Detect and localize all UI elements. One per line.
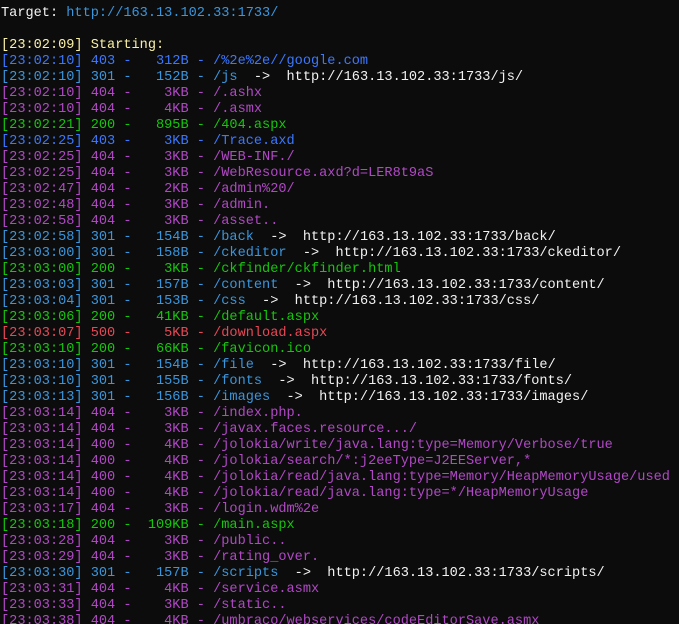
log-entry: [23:03:38] 404 - 4KB - /umbraco/webservi…: [1, 614, 540, 624]
redirect-url: -> http://163.13.102.33:1733/back/: [253, 230, 556, 245]
log-entry: [23:03:10] 301 - 154B - /file: [1, 358, 254, 373]
log-line: [23:03:33] 404 - 3KB - /static..: [1, 598, 287, 614]
log-line: [23:03:07] 500 - 5KB - /download.aspx: [1, 326, 327, 342]
log-entry: [23:03:29] 404 - 3KB - /rating_over.: [1, 550, 320, 565]
log-entry: [23:03:14] 400 - 4KB - /jolokia/search/*…: [1, 454, 532, 469]
log-line: [23:03:18] 200 - 109KB - /main.aspx: [1, 518, 295, 534]
log-entry: [23:03:10] 301 - 155B - /fonts: [1, 374, 263, 389]
log-entry: [23:03:33] 404 - 3KB - /static..: [1, 598, 287, 613]
log-line: [23:03:14] 404 - 3KB - /javax.faces.reso…: [1, 422, 417, 438]
log-line: [23:02:10] 404 - 4KB - /.asmx: [1, 102, 262, 118]
log-entry: [23:02:47] 404 - 2KB - /admin%20/: [1, 182, 295, 197]
log-entry: [23:02:25] 404 - 3KB - /WebResource.axd?…: [1, 166, 434, 181]
log-entry: [23:03:04] 301 - 153B - /css: [1, 294, 246, 309]
start-text: Starting:: [82, 38, 165, 53]
log-entry: [23:02:10] 301 - 152B - /js: [1, 70, 238, 85]
log-entry: [23:03:14] 400 - 4KB - /jolokia/read/jav…: [1, 486, 589, 501]
log-line: [23:03:31] 404 - 4KB - /service.asmx: [1, 582, 319, 598]
log-line: [23:03:00] 301 - 158B - /ckeditor -> htt…: [1, 246, 621, 262]
log-line: [23:03:28] 404 - 3KB - /public..: [1, 534, 287, 550]
log-line: [23:02:58] 404 - 3KB - /asset..: [1, 214, 278, 230]
log-entry: [23:02:10] 404 - 3KB - /.ashx: [1, 86, 263, 101]
log-line: [23:03:10] 301 - 155B - /fonts -> http:/…: [1, 374, 572, 390]
log-entry: [23:02:58] 301 - 154B - /back: [1, 230, 254, 245]
log-line: [23:02:10] 404 - 3KB - /.ashx: [1, 86, 262, 102]
target-label: Target:: [1, 6, 67, 21]
redirect-url: -> http://163.13.102.33:1733/fonts/: [262, 374, 573, 389]
redirect-url: -> http://163.13.102.33:1733/file/: [253, 358, 556, 373]
log-entry: [23:03:14] 404 - 3KB - /javax.faces.reso…: [1, 422, 418, 437]
log-line: [23:03:06] 200 - 41KB - /default.aspx: [1, 310, 319, 326]
log-line: [23:03:14] 400 - 4KB - /jolokia/write/ja…: [1, 438, 613, 454]
target-line: Target: http://163.13.102.33:1733/: [1, 6, 278, 22]
log-entry: [23:03:17] 404 - 3KB - /login.wdm%2e: [1, 502, 320, 517]
redirect-url: -> http://163.13.102.33:1733/css/: [245, 294, 540, 309]
log-line: [23:03:38] 404 - 4KB - /umbraco/webservi…: [1, 614, 539, 624]
log-entry: [23:03:10] 200 - 66KB - /favicon.ico: [1, 342, 311, 357]
log-line: [23:02:25] 404 - 3KB - /WebResource.axd?…: [1, 166, 433, 182]
log-entry: [23:03:30] 301 - 157B - /scripts: [1, 566, 279, 581]
log-line: [23:03:10] 301 - 154B - /file -> http://…: [1, 358, 556, 374]
log-entry: [23:03:07] 500 - 5KB - /download.aspx: [1, 326, 328, 341]
log-entry: [23:03:14] 400 - 4KB - /jolokia/write/ja…: [1, 438, 613, 453]
log-line: [23:03:13] 301 - 156B - /images -> http:…: [1, 390, 588, 406]
log-line: [23:02:25] 404 - 3KB - /WEB-INF./: [1, 150, 295, 166]
log-entry: [23:03:18] 200 - 109KB - /main.aspx: [1, 518, 295, 533]
log-line: [23:03:14] 400 - 4KB - /jolokia/search/*…: [1, 454, 531, 470]
redirect-url: -> http://163.13.102.33:1733/images/: [270, 390, 589, 405]
log-entry: [23:02:25] 403 - 3KB - /Trace.axd: [1, 134, 295, 149]
log-entry: [23:03:13] 301 - 156B - /images: [1, 390, 271, 405]
log-line: [23:03:14] 400 - 4KB - /jolokia/read/jav…: [1, 486, 588, 502]
log-entry: [23:03:00] 301 - 158B - /ckeditor: [1, 246, 287, 261]
target-url: http://163.13.102.33:1733/: [66, 6, 279, 21]
redirect-url: -> http://163.13.102.33:1733/content/: [278, 278, 605, 293]
log-line: [23:02:58] 301 - 154B - /back -> http://…: [1, 230, 556, 246]
log-line: [23:02:47] 404 - 2KB - /admin%20/: [1, 182, 295, 198]
log-line: [23:02:10] 301 - 152B - /js -> http://16…: [1, 70, 523, 86]
log-line: [23:03:14] 400 - 4KB - /jolokia/read/jav…: [1, 470, 670, 486]
terminal-window[interactable]: Target: http://163.13.102.33:1733/ [23:0…: [0, 0, 679, 624]
log-entry: [23:03:31] 404 - 4KB - /service.asmx: [1, 582, 320, 597]
log-line: [23:03:04] 301 - 153B - /css -> http://1…: [1, 294, 539, 310]
log-entry: [23:02:58] 404 - 3KB - /asset..: [1, 214, 279, 229]
log-entry: [23:03:28] 404 - 3KB - /public..: [1, 534, 287, 549]
redirect-url: -> http://163.13.102.33:1733/scripts/: [278, 566, 605, 581]
log-line: [23:03:00] 200 - 3KB - /ckfinder/ckfinde…: [1, 262, 401, 278]
log-entry: [23:02:25] 404 - 3KB - /WEB-INF./: [1, 150, 295, 165]
log-line: [23:03:10] 200 - 66KB - /favicon.ico: [1, 342, 311, 358]
log-entry: [23:03:14] 404 - 3KB - /index.php.: [1, 406, 303, 421]
log-line: [23:03:03] 301 - 157B - /content -> http…: [1, 278, 605, 294]
log-line: [23:02:25] 403 - 3KB - /Trace.axd: [1, 134, 295, 150]
log-entry: [23:03:00] 200 - 3KB - /ckfinder/ckfinde…: [1, 262, 401, 277]
log-line: [23:03:29] 404 - 3KB - /rating_over.: [1, 550, 319, 566]
log-entry: [23:03:03] 301 - 157B - /content: [1, 278, 279, 293]
log-line: [23:02:10] 403 - 312B - /%2e%2e//google.…: [1, 54, 368, 70]
redirect-url: -> http://163.13.102.33:1733/js/: [237, 70, 524, 85]
start-time: [23:02:09]: [1, 38, 83, 53]
log-line: [23:02:48] 404 - 3KB - /admin.: [1, 198, 270, 214]
start-line: [23:02:09] Starting:: [1, 38, 164, 54]
log-entry: [23:02:10] 404 - 4KB - /.asmx: [1, 102, 263, 117]
log-line: [23:03:14] 404 - 3KB - /index.php.: [1, 406, 303, 422]
log-entry: [23:02:48] 404 - 3KB - /admin.: [1, 198, 271, 213]
log-entry: [23:03:06] 200 - 41KB - /default.aspx: [1, 310, 320, 325]
log-entry: [23:03:14] 400 - 4KB - /jolokia/read/jav…: [1, 470, 670, 485]
log-entry: [23:02:21] 200 - 895B - /404.aspx: [1, 118, 287, 133]
log-line: [23:03:30] 301 - 157B - /scripts -> http…: [1, 566, 605, 582]
log-line: [23:02:21] 200 - 895B - /404.aspx: [1, 118, 287, 134]
log-line: [23:03:17] 404 - 3KB - /login.wdm%2e: [1, 502, 319, 518]
redirect-url: -> http://163.13.102.33:1733/ckeditor/: [286, 246, 621, 261]
log-entry: [23:02:10] 403 - 312B - /%2e%2e//google.…: [1, 54, 369, 69]
